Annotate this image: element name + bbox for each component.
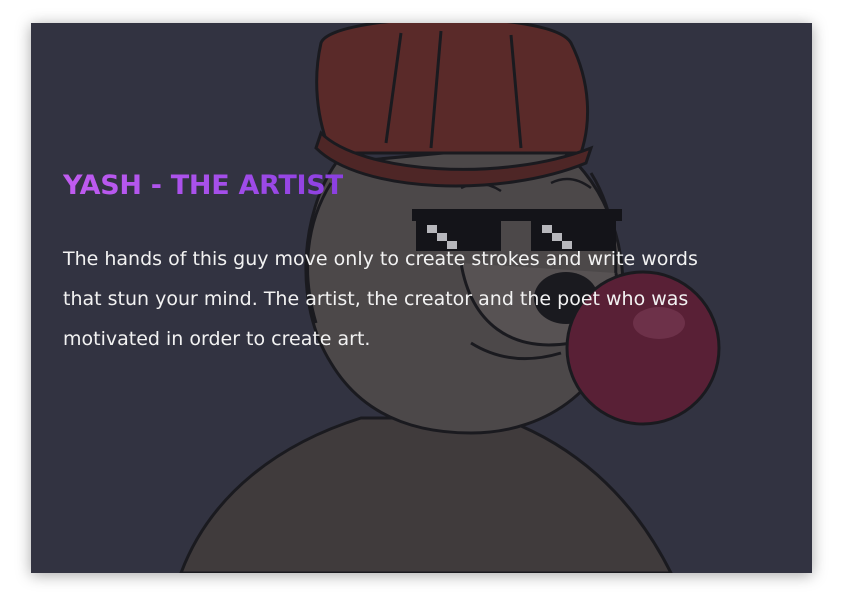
hero-title: YASH - THE ARTIST xyxy=(63,166,344,206)
hero-description: The hands of this guy move only to creat… xyxy=(63,248,698,350)
sunglasses-pixel xyxy=(542,225,552,233)
cap xyxy=(315,23,589,155)
sunglasses-bar xyxy=(412,209,622,221)
hero-card: YASH - THE ARTIST The hands of this guy … xyxy=(31,23,812,573)
sunglasses-pixel xyxy=(427,225,437,233)
dog-body xyxy=(179,416,673,573)
